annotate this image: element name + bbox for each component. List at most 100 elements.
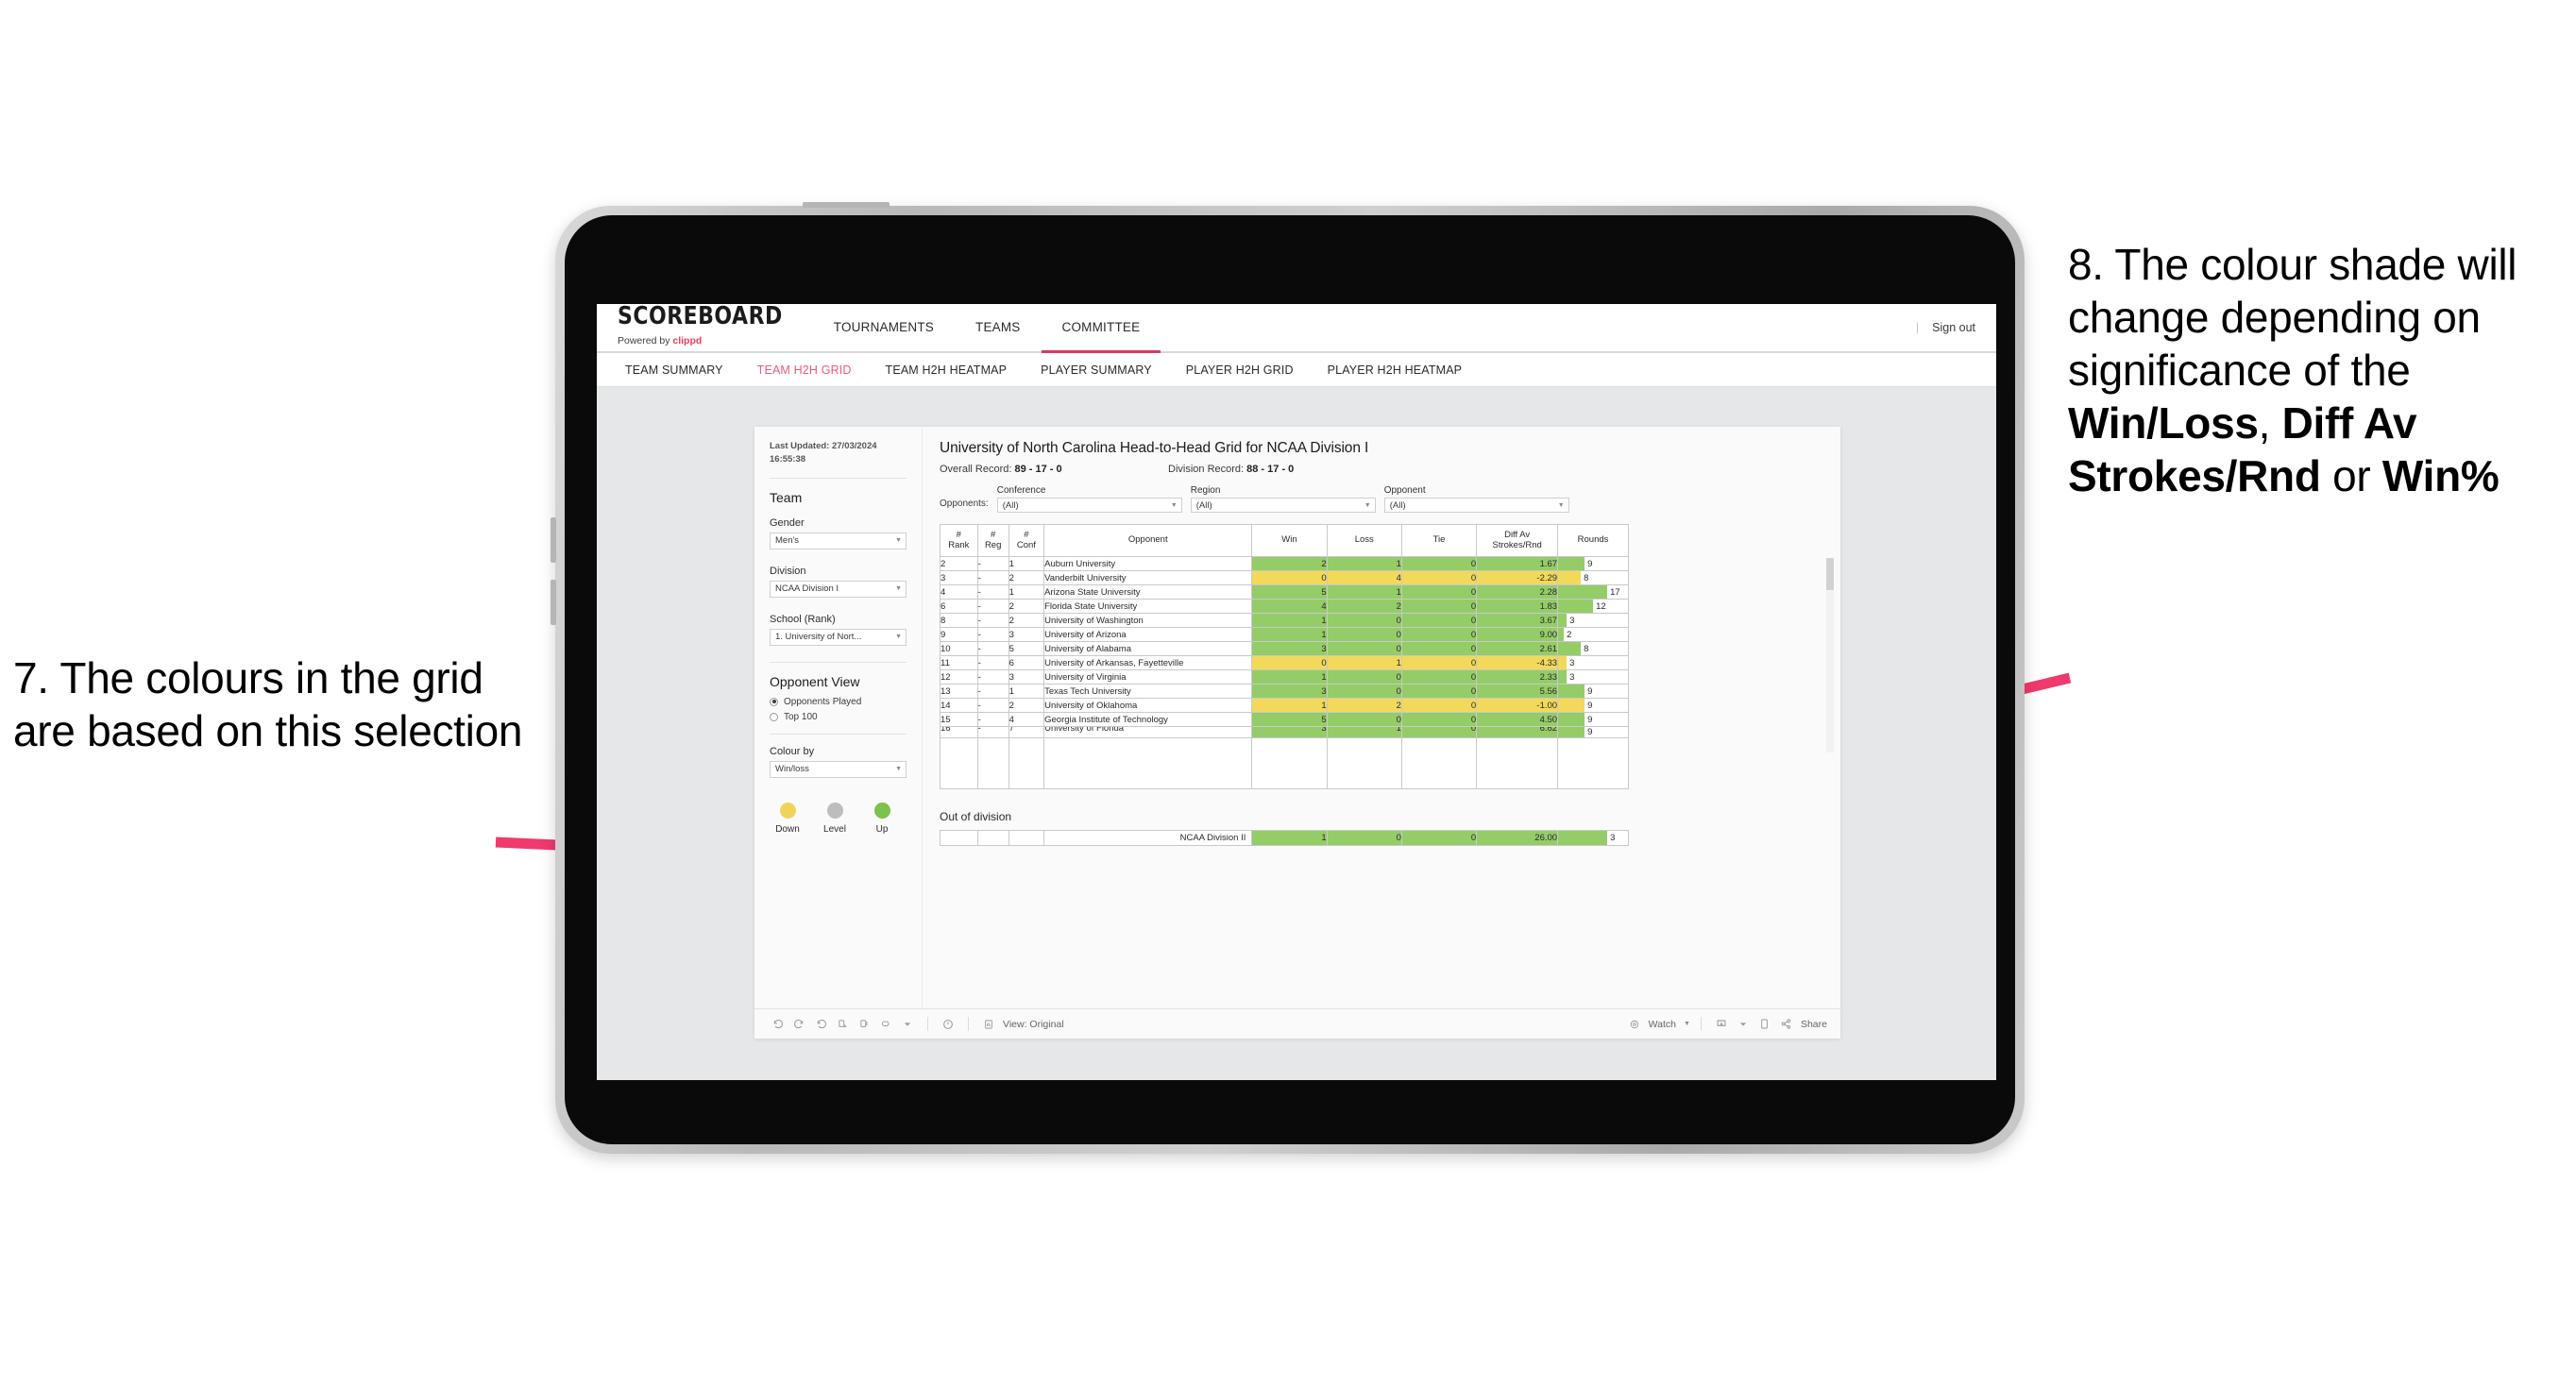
cell-rank: 11 [940, 655, 978, 670]
cell-rank: 10 [940, 641, 978, 656]
refresh-icon[interactable] [833, 1015, 852, 1034]
table-row[interactable]: 3-2 Vanderbilt University 0 4 0 -2.29 8 [940, 570, 1629, 585]
col-header-conf[interactable]: # Conf [1008, 524, 1045, 557]
subnav-item-team-h2h-heatmap[interactable]: TEAM H2H HEATMAP [869, 363, 1025, 377]
cell-diff: 5.56 [1476, 684, 1559, 699]
gender-select[interactable]: Men's ▼ [770, 532, 907, 549]
table-row[interactable]: 8-2 University of Washington 1 0 0 3.67 3 [940, 613, 1629, 628]
cell-diff: 2.33 [1476, 669, 1559, 685]
volume-down-button[interactable] [551, 580, 556, 625]
rounds-bar [1558, 642, 1582, 655]
cell-reg: - [976, 627, 1009, 642]
cell-win: 1 [1251, 669, 1328, 685]
col-header-reg[interactable]: # Reg [976, 524, 1009, 557]
cell-tie: 0 [1400, 556, 1478, 571]
table-vertical-scrollbar[interactable] [1826, 558, 1834, 752]
rounds-value: 3 [1569, 615, 1575, 626]
nav-item-committee[interactable]: COMMITTEE [1041, 304, 1161, 353]
region-select[interactable]: (All) ▼ [1190, 498, 1376, 513]
table-row[interactable]: 16-7 University of Florida 3 1 0 6.62 9 [940, 726, 1629, 738]
chevron-down-icon[interactable] [898, 1015, 917, 1034]
cell-opponent: University of Oklahoma [1043, 698, 1253, 713]
scrollbar-thumb[interactable] [1826, 558, 1834, 590]
table-row[interactable]: 10-5 University of Alabama 3 0 0 2.61 8 [940, 641, 1629, 656]
col-header-opponent[interactable]: Opponent [1043, 524, 1253, 557]
chevron-down-icon[interactable] [1734, 1015, 1753, 1034]
legend-item-down: Down [771, 802, 804, 835]
cell-opponent: University of Arkansas, Fayetteville [1043, 655, 1253, 670]
col-header-rounds[interactable]: Rounds [1557, 524, 1629, 557]
col-header-diff-av-strokes[interactable]: Diff Av Strokes/Rnd [1476, 524, 1559, 557]
alert-icon[interactable] [939, 1015, 958, 1034]
device-layout-icon[interactable] [1755, 1015, 1774, 1034]
table-head: # Rank # Reg # Conf Opponent Win Loss Tie D… [940, 524, 1629, 557]
cell-diff: -2.29 [1476, 570, 1559, 585]
cell-reg: - [976, 684, 1009, 699]
toolbar-right-group: Watch ▼ Share [1625, 1015, 1827, 1034]
power-button[interactable] [803, 202, 890, 208]
table-row[interactable]: 4-1 Arizona State University 5 1 0 2.28 17 [940, 584, 1629, 600]
division-record-label: Division Record: [1168, 464, 1247, 475]
cell-diff: 6.62 [1476, 726, 1559, 738]
school-select[interactable]: 1. University of Nort... ▼ [770, 628, 907, 646]
chevron-down-icon: ▼ [895, 766, 902, 773]
cell-diff: 3.67 [1476, 613, 1559, 628]
toolbar-divider-3 [1700, 1017, 1702, 1031]
pause-icon[interactable] [855, 1015, 873, 1034]
sign-out-link[interactable]: Sign out [1932, 321, 1975, 334]
legend-item-level: Level [819, 802, 851, 835]
subnav-item-team-h2h-grid[interactable]: TEAM H2H GRID [740, 363, 869, 377]
colour-by-select[interactable]: Win/loss ▼ [770, 760, 907, 778]
cell-tie: 0 [1400, 669, 1478, 685]
cell-reg: - [976, 698, 1009, 713]
rounds-bar [1558, 699, 1585, 712]
download-icon[interactable] [1712, 1015, 1731, 1034]
cell-reg: - [976, 584, 1009, 600]
col-header-win[interactable]: Win [1251, 524, 1328, 557]
dashboard-sheet: Last Updated: 27/03/2024 16:55:38 Team G… [754, 427, 1840, 1039]
view-original-button[interactable]: View: Original [979, 1015, 1064, 1034]
radio-opponents-played[interactable]: Opponents Played [770, 697, 907, 707]
subnav-item-team-summary[interactable]: TEAM SUMMARY [608, 363, 740, 377]
table-row[interactable]: 12-3 University of Virginia 1 0 0 2.33 3 [940, 669, 1629, 685]
rounds-bar [1558, 557, 1585, 570]
share-button[interactable]: Share [1777, 1015, 1827, 1034]
radio-top-100[interactable]: Top 100 [770, 712, 907, 722]
table-row[interactable]: 14-2 University of Oklahoma 1 2 0 -1.00 9 [940, 698, 1629, 713]
radio-top-100-label: Top 100 [784, 711, 818, 722]
sheet-body: Last Updated: 27/03/2024 16:55:38 Team G… [754, 427, 1840, 1008]
redo-icon[interactable] [789, 1015, 808, 1034]
table-row[interactable]: 15-4 Georgia Institute of Technology 5 0 0 4.… [940, 712, 1629, 727]
tableau-toolbar: View: Original Watch ▼ Share [754, 1008, 1840, 1039]
watch-button[interactable]: Watch ▼ [1625, 1015, 1690, 1034]
table-row[interactable]: 6-2 Florida State University 4 2 0 1.83 12 [940, 599, 1629, 614]
rounds-value: 8 [1584, 572, 1589, 583]
conference-select[interactable]: (All) ▼ [996, 498, 1182, 513]
device-preview-icon[interactable] [876, 1015, 895, 1034]
col-header-loss[interactable]: Loss [1326, 524, 1402, 557]
legend-dot-down [779, 802, 796, 819]
out-of-division-row[interactable]: NCAA Division II 1 0 0 26.00 3 [940, 830, 1629, 846]
scoreboard-logo[interactable]: SCOREBOARD Powered by clippd [597, 305, 796, 346]
col-header-rank[interactable]: # Rank [940, 524, 978, 557]
subnav-item-player-summary[interactable]: PLAYER SUMMARY [1024, 363, 1169, 377]
division-select[interactable]: NCAA Division I ▼ [770, 580, 907, 598]
cell-win: 2 [1251, 556, 1328, 571]
table-row[interactable]: 9-3 University of Arizona 1 0 0 9.00 2 [940, 627, 1629, 642]
table-row[interactable]: 13-1 Texas Tech University 3 0 0 5.56 9 [940, 684, 1629, 699]
col-header-tie[interactable]: Tie [1400, 524, 1478, 557]
cell-rank: 6 [940, 599, 978, 614]
opponent-select[interactable]: (All) ▼ [1383, 498, 1569, 513]
table-row[interactable]: 2-1 Auburn University 2 1 0 1.67 9 [940, 556, 1629, 571]
nav-item-teams[interactable]: TEAMS [955, 304, 1042, 353]
undo-icon[interactable] [768, 1015, 787, 1034]
subnav-item-player-h2h-heatmap[interactable]: PLAYER H2H HEATMAP [1311, 363, 1480, 377]
toolbar-divider-2 [968, 1017, 969, 1031]
nav-item-tournaments[interactable]: TOURNAMENTS [813, 304, 955, 353]
filter-panel: Last Updated: 27/03/2024 16:55:38 Team G… [754, 427, 923, 1008]
subnav-item-player-h2h-grid[interactable]: PLAYER H2H GRID [1169, 363, 1311, 377]
revert-icon[interactable] [811, 1015, 830, 1034]
table-row[interactable]: 11-6 University of Arkansas, Fayetteville… [940, 655, 1629, 670]
cell-rank: 12 [940, 669, 978, 685]
volume-up-button[interactable] [551, 517, 556, 563]
